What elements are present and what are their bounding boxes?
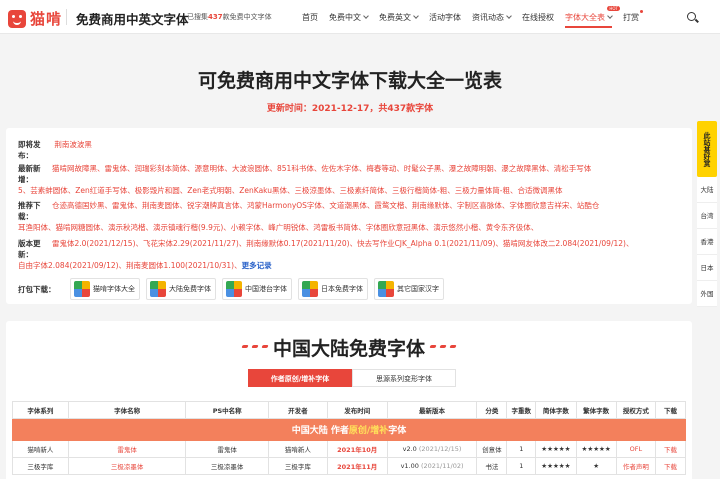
top-header: 猫啃 免费商用中英文字体 已搜集437款免费中文字体 首页 免费中文 免费英文 …: [0, 0, 720, 34]
nav-home[interactable]: 首页: [302, 12, 318, 23]
mainland-section: 中国大陆免费字体 作者原创/增补字体 思源系列变形字体 字体系列 字体名称 PS…: [6, 321, 692, 479]
pack-all-fonts[interactable]: 猫啃字体大全: [70, 278, 140, 300]
font-count: 已搜集437款免费中文字体: [187, 13, 272, 21]
notification-dot: [640, 9, 643, 13]
recent-fonts-links-2[interactable]: 5、芸素蚌圆体、Zen红道手写体、极影毁片和圆、Zen老式明朝、ZenKaku黑…: [18, 186, 562, 195]
recent-row: 最新新增：猫啃网故障黑、雷鬼体、润瑞彩刻本简体、源意明体、大波浪圆体、851科书…: [18, 164, 592, 195]
download-packs: 打包下载： 猫啃字体大全 大陆免费字体 中国港台字体 日本免费字体 其它国家汉字: [18, 278, 450, 300]
recent-fonts-links[interactable]: 猫啃网故障黑、雷鬼体、润瑞彩刻本简体、源意明体、大波浪圆体、851科书体、佐佐木…: [52, 164, 591, 173]
header-divider: [66, 9, 67, 25]
floating-sidebar: 此站甚好赏 大陆 台湾 香港 日本 外国: [697, 121, 717, 307]
title-decoration-right: [429, 345, 457, 351]
float-link-hongkong[interactable]: 香港: [697, 229, 717, 255]
download-link[interactable]: 下载: [654, 440, 687, 458]
update-time: 更新时间：2021-12-17，共437款字体: [266, 104, 434, 114]
pack-thumbnail-icon: [378, 281, 394, 297]
pack-thumbnail-icon: [302, 281, 318, 297]
font-table: 字体系列 字体名称 PS中名称 开发者 发布时间 最新版本 分类 字重数 简体字…: [12, 401, 687, 475]
donate-float-button[interactable]: 此站甚好赏: [697, 121, 717, 177]
nav-free-chinese[interactable]: 免费中文: [329, 12, 368, 23]
page-title: 可免费商用中文字体下载大全一览表: [197, 70, 502, 92]
info-panel: 即将发布： 荆南波波黑 最新新增：猫啃网故障黑、雷鬼体、润瑞彩刻本简体、源意明体…: [6, 128, 692, 304]
recommend-fonts-links-2[interactable]: 耳渔阳体、猫啃网糖圆体、演示秋鸿楷、演示镇魂行楷(9.9元)、小赖字体、峰广明锐…: [18, 223, 538, 232]
section-title: 中国大陆免费字体: [272, 338, 425, 360]
group-header-row: 中国大陆 作者原创/增补字体: [12, 418, 686, 441]
site-slogan: 免费商用中英文字体: [76, 12, 189, 27]
site-logo[interactable]: 猫啃: [8, 8, 62, 29]
nav-event-fonts[interactable]: 活动字体: [429, 12, 461, 23]
pack-thumbnail-icon: [74, 281, 90, 297]
recommend-row: 推荐下载：仓迹高德国妙黑、雷鬼体、荆南麦圆体、锐字潮牌真言体、鸿蒙Harmony…: [18, 201, 600, 232]
hot-badge: HOT: [607, 5, 620, 11]
table-row: 猫啃新人 雷鬼体 雷鬼体 猫啃新人 2021年10月 v2.0 (2021/12…: [12, 440, 687, 458]
search-icon[interactable]: [687, 12, 696, 21]
float-link-foreign[interactable]: 外国: [697, 281, 717, 307]
font-name-link[interactable]: 三极凉墨体: [67, 457, 187, 475]
nav-free-english[interactable]: 免费英文: [379, 12, 418, 23]
table-row: 三极字库 三极凉墨体 三极凉墨体 三极字库 2021年11月 v1.00 (20…: [12, 457, 687, 475]
pack-thumbnail-icon: [226, 281, 242, 297]
tab-source-han-variants[interactable]: 思源系列变形字体: [352, 369, 456, 387]
version-update-links[interactable]: 雷鬼体2.0(2021/12/15)、飞花宋体2.29(2021/11/27)、…: [52, 239, 633, 248]
float-link-japan[interactable]: 日本: [697, 255, 717, 281]
version-update-links-2[interactable]: 自由字体2.084(2021/09/12)、荆南麦圆体1.100(2021/10…: [18, 261, 242, 270]
pack-other-fonts[interactable]: 其它国家汉字: [374, 278, 444, 300]
pack-hk-tw-fonts[interactable]: 中国港台字体: [222, 278, 292, 300]
float-link-mainland[interactable]: 大陆: [697, 177, 717, 203]
font-name-link[interactable]: 雷鬼体: [67, 440, 187, 458]
recommend-fonts-links[interactable]: 仓迹高德国妙黑、雷鬼体、荆南麦圆体、锐字潮牌真言体、鸿蒙HarmonyOS字体、…: [52, 201, 599, 210]
pack-thumbnail-icon: [150, 281, 166, 297]
nav-online-license[interactable]: 在线授权: [522, 12, 554, 23]
download-link[interactable]: 下载: [654, 457, 687, 475]
pack-mainland-fonts[interactable]: 大陆免费字体: [146, 278, 216, 300]
cat-logo-icon: [8, 9, 26, 28]
nav-donate[interactable]: 打赏: [623, 9, 643, 23]
pack-japan-fonts[interactable]: 日本免费字体: [298, 278, 368, 300]
section-tabs: 作者原创/增补字体 思源系列变形字体: [248, 369, 456, 387]
logo-text: 猫啃: [30, 10, 63, 28]
upcoming-row: 即将发布： 荆南波波黑: [18, 140, 92, 160]
tab-original-fonts[interactable]: 作者原创/增补字体: [248, 369, 352, 387]
nav-font-table[interactable]: 字体大全表 HOT: [565, 5, 620, 28]
more-records-link[interactable]: 更多记录: [242, 261, 272, 270]
version-row: 版本更新：雷鬼体2.0(2021/12/15)、飞花宋体2.29(2021/11…: [18, 239, 634, 270]
main-nav: 首页 免费中文 免费英文 活动字体 资讯动态 在线授权 字体大全表 HOT 打赏: [302, 0, 650, 34]
nav-news[interactable]: 资讯动态: [472, 12, 511, 23]
upcoming-font-link[interactable]: 荆南波波黑: [54, 140, 92, 149]
table-header: 字体系列 字体名称 PS中名称 开发者 发布时间 最新版本 分类 字重数 简体字…: [12, 401, 687, 419]
float-link-taiwan[interactable]: 台湾: [697, 203, 717, 229]
